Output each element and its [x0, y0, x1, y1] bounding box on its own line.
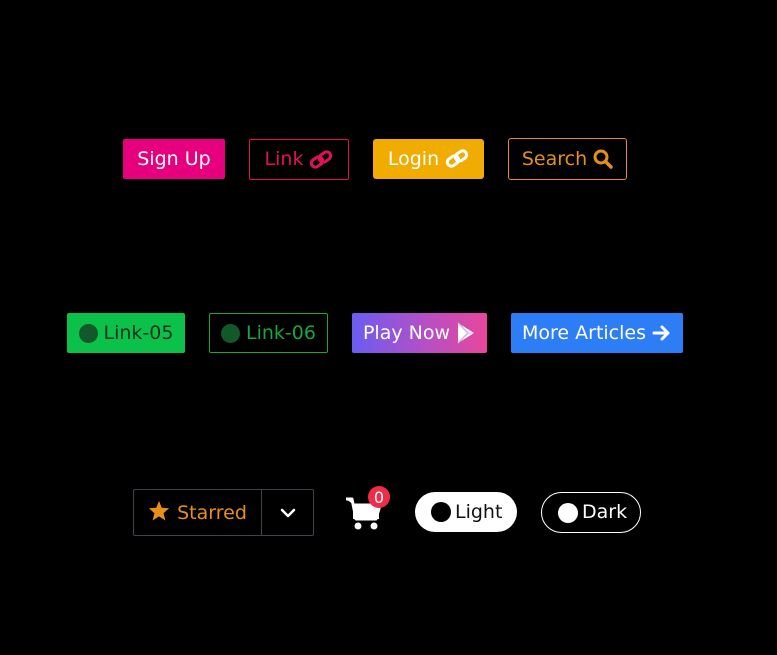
dot-icon: [221, 323, 241, 343]
arrow-right-icon: [652, 324, 672, 342]
search-icon: [593, 149, 613, 169]
search-button[interactable]: Search: [508, 138, 627, 180]
link-icon: [445, 149, 469, 169]
dot-icon: [78, 323, 98, 343]
sign-up-label: Sign Up: [137, 147, 211, 170]
starred-split-button: Starred: [133, 489, 314, 536]
starred-dropdown-toggle[interactable]: [262, 490, 313, 535]
dot-icon: [431, 502, 451, 522]
link-06-label: Link-06: [246, 321, 316, 344]
cart-count-badge: 0: [368, 486, 390, 508]
search-label: Search: [521, 147, 588, 170]
dot-icon: [558, 502, 578, 523]
play-store-icon: [456, 322, 476, 344]
login-button[interactable]: Login: [373, 139, 484, 179]
link-05-button[interactable]: Link-05: [67, 313, 185, 353]
starred-button[interactable]: Starred: [134, 490, 262, 535]
link-button[interactable]: Link: [249, 139, 349, 180]
light-label: Light: [455, 500, 503, 523]
more-articles-label: More Articles: [522, 321, 646, 344]
link-05-label: Link-05: [103, 321, 174, 344]
dark-theme-button[interactable]: Dark: [541, 492, 641, 533]
link-icon: [309, 149, 333, 170]
more-articles-button[interactable]: More Articles: [511, 313, 683, 353]
link-label: Link: [264, 148, 304, 170]
sign-up-button[interactable]: Sign Up: [123, 139, 225, 179]
dark-label: Dark: [582, 501, 628, 523]
link-06-button[interactable]: Link-06: [209, 313, 328, 353]
chevron-down-icon: [280, 503, 296, 522]
play-now-button[interactable]: Play Now: [352, 313, 487, 353]
star-icon: [148, 500, 170, 526]
light-theme-button[interactable]: Light: [415, 492, 517, 532]
starred-label: Starred: [177, 501, 247, 524]
cart-button[interactable]: 0: [344, 486, 394, 532]
login-label: Login: [387, 147, 440, 170]
play-now-label: Play Now: [362, 321, 451, 344]
button-showcase: Sign Up Link Login Search Link-05 Link-0…: [0, 0, 777, 655]
